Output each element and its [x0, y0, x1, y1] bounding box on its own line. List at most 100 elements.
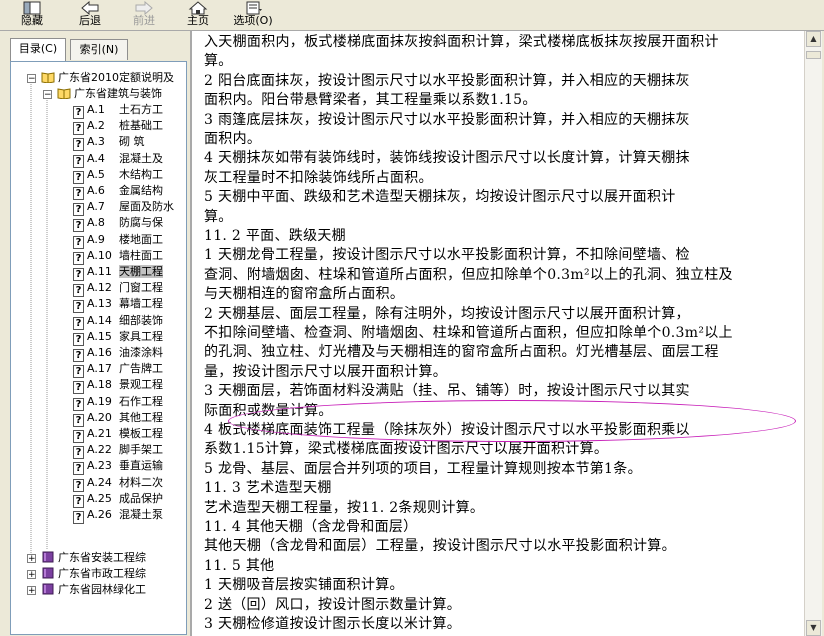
tree-item-label: 混凝土泵: [119, 508, 163, 521]
scroll-thumb[interactable]: [806, 51, 821, 59]
help-page-icon: ?: [73, 349, 84, 362]
tree-item-code: A.18: [87, 378, 112, 392]
content-line: 算。: [204, 208, 233, 225]
content-line: 3 雨篷底层抹灰，按设计图示尺寸以水平投影面积计算，并入相应的天棚抹灰: [204, 111, 690, 128]
scroll-up-arrow-icon[interactable]: ▲: [806, 31, 821, 47]
tree-item-label: 成品保护: [119, 491, 163, 505]
collapse-toggle-building[interactable]: −: [43, 90, 52, 100]
tree-item-label: 家具工程: [119, 329, 163, 343]
toolbar: 隐藏 后退 前进 主页 选项(O): [0, 0, 824, 31]
tree-item[interactable]: ? A.13 幕墙工程: [73, 296, 163, 314]
expand-toggle[interactable]: +: [27, 554, 36, 564]
tree-item[interactable]: ? A.4 混凝土及: [73, 151, 163, 168]
tree-book-label: 广东省市政工程综: [58, 567, 146, 580]
closed-book-icon: [42, 551, 54, 563]
tree-item[interactable]: ? A.18 景观工程: [73, 377, 163, 395]
tree-item-label: 墙柱面工: [119, 248, 163, 262]
tree-item-code: A.11: [87, 265, 112, 278]
tree-item[interactable]: ? A.7 屋面及防水: [73, 199, 174, 217]
help-page-icon: ?: [73, 203, 84, 217]
tree-item[interactable]: ? A.23 垂直运输: [73, 458, 163, 476]
help-page-icon: ?: [73, 446, 84, 460]
tree-item[interactable]: ? A.11 天棚工程: [73, 264, 163, 281]
help-page-icon: ?: [73, 478, 84, 492]
tree-root-item[interactable]: 广东省2010定额说明及: [41, 70, 174, 86]
tree-item[interactable]: ? A.12 门窗工程: [73, 280, 163, 298]
help-page-icon: ?: [73, 187, 84, 200]
tree-item[interactable]: ? A.10 墙柱面工: [73, 248, 163, 265]
tree-item[interactable]: ? A.8 防腐与保: [73, 215, 163, 233]
tree-book-item[interactable]: 广东省安装工程综: [41, 550, 146, 566]
content-scrollbar[interactable]: ▲ ▼: [804, 31, 822, 636]
tree-book-item[interactable]: 广东省市政工程综: [41, 566, 146, 582]
tree-item[interactable]: ? A.22 脚手架工: [73, 442, 163, 460]
help-page-icon: ?: [73, 170, 84, 184]
open-book-icon: [41, 72, 55, 83]
tree-item-label: 防腐与保: [119, 216, 163, 230]
tab-index[interactable]: 索引(N): [70, 39, 128, 60]
help-page-icon: ?: [73, 430, 84, 443]
tree-item[interactable]: ? A.3 砌 筑: [73, 134, 145, 152]
home-icon: [188, 1, 208, 15]
tree-root-label: 广东省2010定额说明及: [58, 71, 174, 84]
tree-item-code: A.1: [87, 103, 105, 116]
expand-toggle[interactable]: +: [27, 586, 36, 596]
back-button[interactable]: 后退: [70, 0, 110, 30]
tree-item[interactable]: ? A.19 石作工程: [73, 394, 163, 411]
tree-item[interactable]: ? A.24 材料二次: [73, 475, 163, 492]
back-label: 后退: [79, 14, 101, 27]
tree-item-code: A.8: [87, 216, 105, 230]
tree-item[interactable]: ? A.2 桩基础工: [73, 118, 163, 136]
tree-item-code: A.16: [87, 346, 112, 359]
tree-item[interactable]: ? A.6 金属结构: [73, 183, 163, 200]
tree-item[interactable]: ? A.15 家具工程: [73, 329, 163, 346]
tree-item[interactable]: ? A.25 成品保护: [73, 491, 163, 508]
tree-item-label: 材料二次: [119, 475, 163, 489]
collapse-toggle-root[interactable]: −: [27, 74, 36, 84]
tree-building-item[interactable]: 广东省建筑与装饰: [57, 86, 162, 102]
tree-item[interactable]: ? A.14 细部装饰: [73, 313, 163, 330]
tree-item-label: 门窗工程: [119, 281, 163, 295]
tree-item-code: A.20: [87, 410, 112, 424]
scroll-down-arrow-icon[interactable]: ▼: [806, 620, 821, 636]
tree-item-code: A.19: [87, 394, 112, 408]
tree-item-code: A.25: [87, 491, 112, 505]
tree-item-code: A.26: [87, 508, 112, 521]
tree-item[interactable]: ? A.26 混凝土泵: [73, 507, 163, 524]
tree-item-code: A.2: [87, 119, 105, 133]
tree-item[interactable]: ? A.5 木结构工: [73, 167, 163, 184]
forward-button[interactable]: 前进: [124, 0, 164, 30]
tree-item[interactable]: ? A.9 楼地面工: [73, 232, 163, 249]
content-line: 3 天棚面层，若饰面材料没满贴（挂、吊、铺等）时，按设计图示尺寸以其实: [204, 383, 690, 400]
help-page-icon: ?: [73, 268, 84, 281]
content-line: 5 天棚中平面、跌级和艺术造型天棚抹灰，均按设计图示尺寸以展开面积计: [204, 189, 676, 206]
hide-button[interactable]: 隐藏: [12, 0, 52, 30]
highlight-ellipse: [228, 400, 796, 442]
options-button[interactable]: 选项(O): [228, 0, 278, 30]
content-line: 与天棚相连的窗帘盒所占面积。: [204, 286, 405, 303]
help-page-icon: ?: [73, 300, 84, 314]
content-line: 灰工程量时不扣除装饰线所占面积。: [204, 169, 433, 186]
content-line: 2 阳台底面抹灰，按设计图示尺寸以水平投影面积计算，并入相应的天棚抹灰: [204, 72, 690, 89]
tree-item[interactable]: ? A.17 广告牌工: [73, 361, 163, 379]
content-line: 11. 5 其他: [204, 557, 275, 574]
back-arrow-icon: [81, 1, 99, 15]
tree-item[interactable]: ? A.21 模板工程: [73, 426, 163, 443]
help-page-icon: ?: [73, 511, 84, 524]
tree-item-label: 垂直运输: [119, 459, 163, 473]
help-page-icon: ?: [73, 154, 84, 168]
home-button[interactable]: 主页: [178, 0, 218, 30]
tree-item-label: 石作工程: [119, 394, 163, 408]
home-label: 主页: [187, 14, 209, 27]
expand-toggle[interactable]: +: [27, 570, 36, 580]
tree-item[interactable]: ? A.16 油漆涂料: [73, 345, 163, 362]
hide-icon: [23, 1, 41, 15]
tree-item-label: 景观工程: [119, 378, 163, 392]
tree-item[interactable]: ? A.1 土石方工: [73, 102, 163, 119]
tree-item-code: A.9: [87, 232, 105, 246]
tree-item-code: A.6: [87, 184, 105, 197]
tab-contents[interactable]: 目录(C): [10, 38, 66, 61]
forward-label: 前进: [133, 14, 155, 27]
tree-item[interactable]: ? A.20 其他工程: [73, 410, 163, 427]
tree-book-item[interactable]: 广东省园林绿化工: [41, 582, 146, 598]
